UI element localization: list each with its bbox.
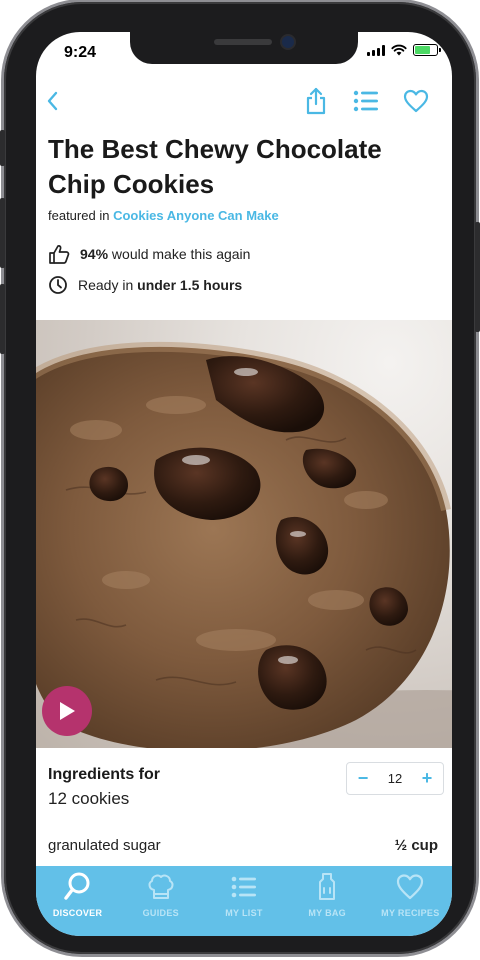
servings-value: 12 [387, 771, 403, 786]
tab-label: MY BAG [308, 908, 346, 918]
cookie-photo [36, 341, 452, 748]
volume-up-button [0, 198, 5, 268]
chevron-left-icon [47, 91, 58, 111]
wifi-icon [391, 44, 407, 56]
tab-discover[interactable]: DISCOVER [38, 872, 118, 918]
play-icon [60, 702, 75, 720]
search-icon [63, 872, 90, 900]
add-to-list-button[interactable] [350, 86, 382, 116]
back-button[interactable] [36, 86, 68, 116]
favorite-button[interactable] [400, 86, 432, 116]
rating-row: 94% would make this again [48, 244, 250, 264]
clock-icon [49, 276, 67, 294]
tab-my-bag[interactable]: MY BAG [287, 872, 367, 918]
bottom-tab-bar: DISCOVER GUIDES MY LIST MY BAG MY RECIPE… [36, 866, 452, 936]
recipe-toolbar [36, 82, 452, 118]
tab-my-list[interactable]: MY LIST [204, 872, 284, 918]
time-prefix: Ready in [78, 277, 134, 293]
tab-guides[interactable]: GUIDES [121, 872, 201, 918]
app-screen: 9:24 The Best Chewy Chocolate Chip Cooki… [36, 32, 452, 936]
play-video-button[interactable] [42, 686, 92, 736]
mute-switch [0, 130, 5, 166]
tab-my-recipes[interactable]: MY RECIPES [370, 872, 450, 918]
volume-down-button [0, 284, 5, 354]
status-icons [367, 44, 441, 56]
rating-value: 94% [80, 246, 109, 262]
servings-stepper: − 12 + [346, 762, 444, 795]
ingredients-yield: 12 cookies [48, 789, 130, 808]
list-icon [231, 876, 256, 898]
featured-prefix: featured in [48, 208, 110, 223]
battery-icon [413, 44, 441, 56]
chef-hat-icon [148, 874, 174, 899]
heart-icon [403, 89, 429, 113]
list-icon [353, 90, 378, 112]
signal-icon [367, 44, 385, 56]
recipe-title: The Best Chewy Chocolate Chip Cookies [48, 134, 382, 199]
rating-text: would make this again [111, 246, 251, 262]
decrease-servings-button[interactable]: − [355, 768, 371, 789]
tab-label: MY RECIPES [381, 908, 440, 918]
heart-icon [397, 874, 424, 900]
time-value: under 1.5 hours [137, 277, 243, 293]
time-row: Ready in under 1.5 hours [48, 275, 242, 295]
ingredient-name: granulated sugar [48, 837, 161, 854]
share-icon [306, 87, 326, 115]
notch [130, 32, 358, 64]
collection-link[interactable]: Cookies Anyone Can Make [113, 208, 279, 223]
thumbs-up-icon [49, 245, 70, 264]
tab-label: DISCOVER [52, 908, 103, 918]
status-time: 9:24 [64, 44, 97, 61]
ingredient-item: granulated sugar ½ cup [48, 837, 438, 854]
share-button[interactable] [300, 86, 332, 116]
ingredients-heading: Ingredients for [48, 766, 161, 783]
increase-servings-button[interactable]: + [419, 768, 435, 789]
tab-label: MY LIST [225, 908, 263, 918]
bag-icon [319, 873, 336, 900]
ingredient-quantity: ½ cup [394, 837, 438, 854]
tab-label: GUIDES [142, 908, 179, 918]
recipe-hero-image [36, 320, 452, 748]
power-button [475, 222, 480, 332]
featured-line: featured in Cookies Anyone Can Make [48, 208, 279, 223]
phone-frame: 9:24 The Best Chewy Chocolate Chip Cooki… [0, 2, 480, 954]
